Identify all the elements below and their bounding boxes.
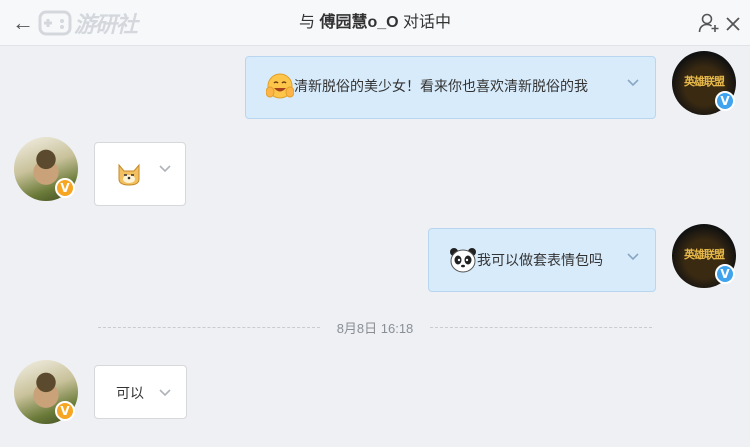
message-content <box>115 157 143 189</box>
contact-name: 傅园慧o_O <box>319 14 399 31</box>
message-bubble-incoming[interactable]: 可以 <box>94 365 187 419</box>
game-logo-text: 英雄联盟 <box>684 248 725 261</box>
chat-header: ← 游研社 与 傅园慧o_O 对话中 <box>0 0 750 46</box>
verified-badge-icon: V <box>715 91 735 111</box>
laughing-face-emoji <box>266 73 294 99</box>
verified-badge-icon: V <box>55 178 75 198</box>
message-content: 我可以做套表情包吗 <box>449 245 603 275</box>
title-prefix: 与 <box>298 14 315 31</box>
add-user-icon[interactable] <box>698 12 720 34</box>
message-text: 可以 <box>116 385 144 401</box>
message-text: 清新脱俗的美少女！看来你也喜欢清新脱俗的我 <box>294 78 588 94</box>
verified-badge-icon: V <box>715 264 735 284</box>
page-title: 与 傅园慧o_O 对话中 <box>0 0 750 46</box>
title-suffix: 对话中 <box>403 14 452 31</box>
chevron-down-icon[interactable] <box>159 165 171 173</box>
panda-face-emoji <box>450 248 476 273</box>
game-logo-text: 英雄联盟 <box>684 75 725 88</box>
divider-line <box>98 327 320 329</box>
message-bubble-outgoing[interactable]: 我可以做套表情包吗 <box>428 228 656 292</box>
message-text: 我可以做套表情包吗 <box>477 252 603 268</box>
chevron-down-icon[interactable] <box>627 253 639 261</box>
message-bubble-incoming[interactable] <box>94 142 186 206</box>
chevron-down-icon[interactable] <box>627 79 639 87</box>
message-content: 可以 <box>116 383 144 403</box>
message-timestamp: 8月8日 16:18 <box>336 321 414 336</box>
doge-face-emoji <box>118 163 140 186</box>
verified-badge-icon: V <box>55 401 75 421</box>
close-icon[interactable] <box>724 12 742 34</box>
divider-line <box>430 327 652 329</box>
message-content: 清新脱俗的美少女！看来你也喜欢清新脱俗的我 <box>266 71 588 101</box>
message-bubble-outgoing[interactable]: 清新脱俗的美少女！看来你也喜欢清新脱俗的我 <box>245 56 656 119</box>
chevron-down-icon[interactable] <box>159 389 171 397</box>
